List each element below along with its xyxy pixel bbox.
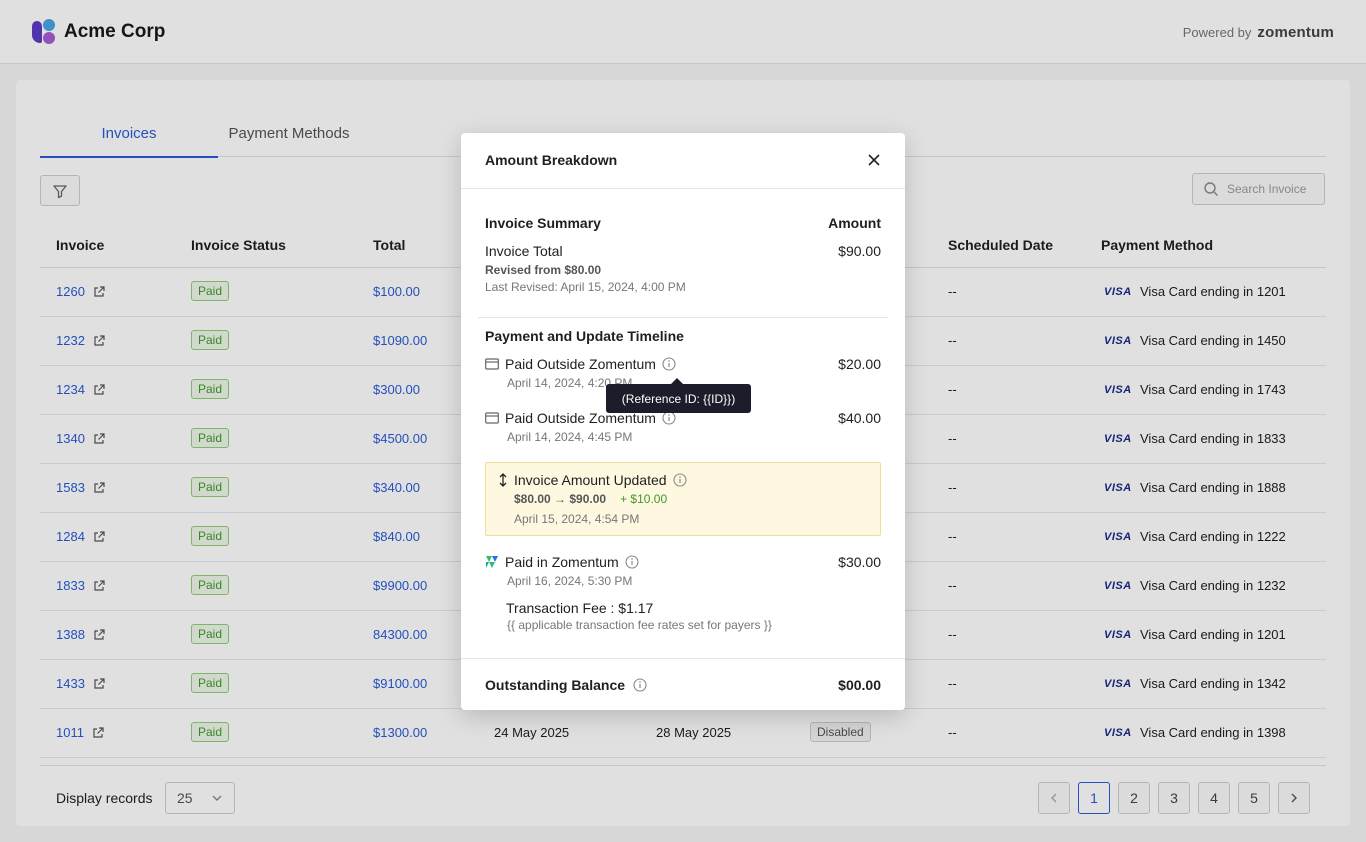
entry-amount: $40.00 — [838, 410, 881, 426]
info-icon[interactable] — [662, 411, 676, 425]
timeline-title: Payment and Update Timeline — [485, 328, 684, 344]
timeline-entry: Paid Outside Zomentum — [485, 356, 676, 372]
update-values: $80.00 → $90.00 + $10.00 — [514, 492, 667, 506]
divider — [478, 317, 888, 318]
amount-breakdown-modal: Amount Breakdown Invoice Summary Amount … — [461, 133, 905, 710]
zomentum-icon — [486, 556, 498, 568]
update-label: Invoice Amount Updated — [514, 472, 667, 488]
info-icon[interactable] — [633, 678, 647, 692]
arrows-vertical-icon — [499, 473, 507, 487]
entry-date: April 14, 2024, 4:45 PM — [507, 430, 633, 444]
invoice-total-value: $90.00 — [838, 243, 881, 259]
outstanding-value: $00.00 — [838, 677, 881, 693]
update-increase: + $10.00 — [620, 492, 668, 506]
info-icon[interactable] — [625, 555, 639, 569]
modal-footer: Outstanding Balance $00.00 — [461, 658, 905, 710]
update-date: April 15, 2024, 4:54 PM — [514, 512, 640, 526]
update-change: $80.00 → $90.00 — [514, 492, 607, 506]
entry-amount: $30.00 — [838, 554, 881, 570]
entry-amount: $20.00 — [838, 356, 881, 372]
entry-label: Paid in Zomentum — [505, 554, 619, 570]
transaction-fee-note: {{ applicable transaction fee rates set … — [507, 618, 772, 632]
last-revised: Last Revised: April 15, 2024, 4:00 PM — [485, 280, 686, 294]
modal-title: Amount Breakdown — [485, 152, 618, 168]
reference-id-tooltip: (Reference ID: {{ID}}) — [606, 378, 751, 413]
update-header: Invoice Amount Updated — [498, 472, 687, 488]
invoice-total-label: Invoice Total — [485, 243, 563, 259]
transaction-fee: Transaction Fee : $1.17 — [506, 600, 654, 616]
entry-label: Paid Outside Zomentum — [505, 356, 656, 372]
revised-from: Revised from $80.00 — [485, 263, 602, 277]
amount-update-notice: Invoice Amount Updated $80.00 → $90.00 +… — [485, 462, 881, 536]
invoice-summary-title: Invoice Summary — [485, 215, 601, 231]
card-icon — [485, 358, 499, 370]
card-icon — [485, 412, 499, 424]
entry-date: April 16, 2024, 5:30 PM — [507, 574, 633, 588]
timeline-entry: Paid in Zomentum — [485, 554, 639, 570]
modal-header: Amount Breakdown — [461, 133, 905, 189]
amount-header: Amount — [828, 215, 881, 231]
outstanding-label: Outstanding Balance — [485, 677, 626, 693]
close-icon[interactable] — [867, 153, 881, 167]
outstanding-balance: Outstanding Balance — [485, 677, 647, 693]
info-icon[interactable] — [672, 473, 687, 487]
info-icon[interactable] — [662, 357, 676, 371]
